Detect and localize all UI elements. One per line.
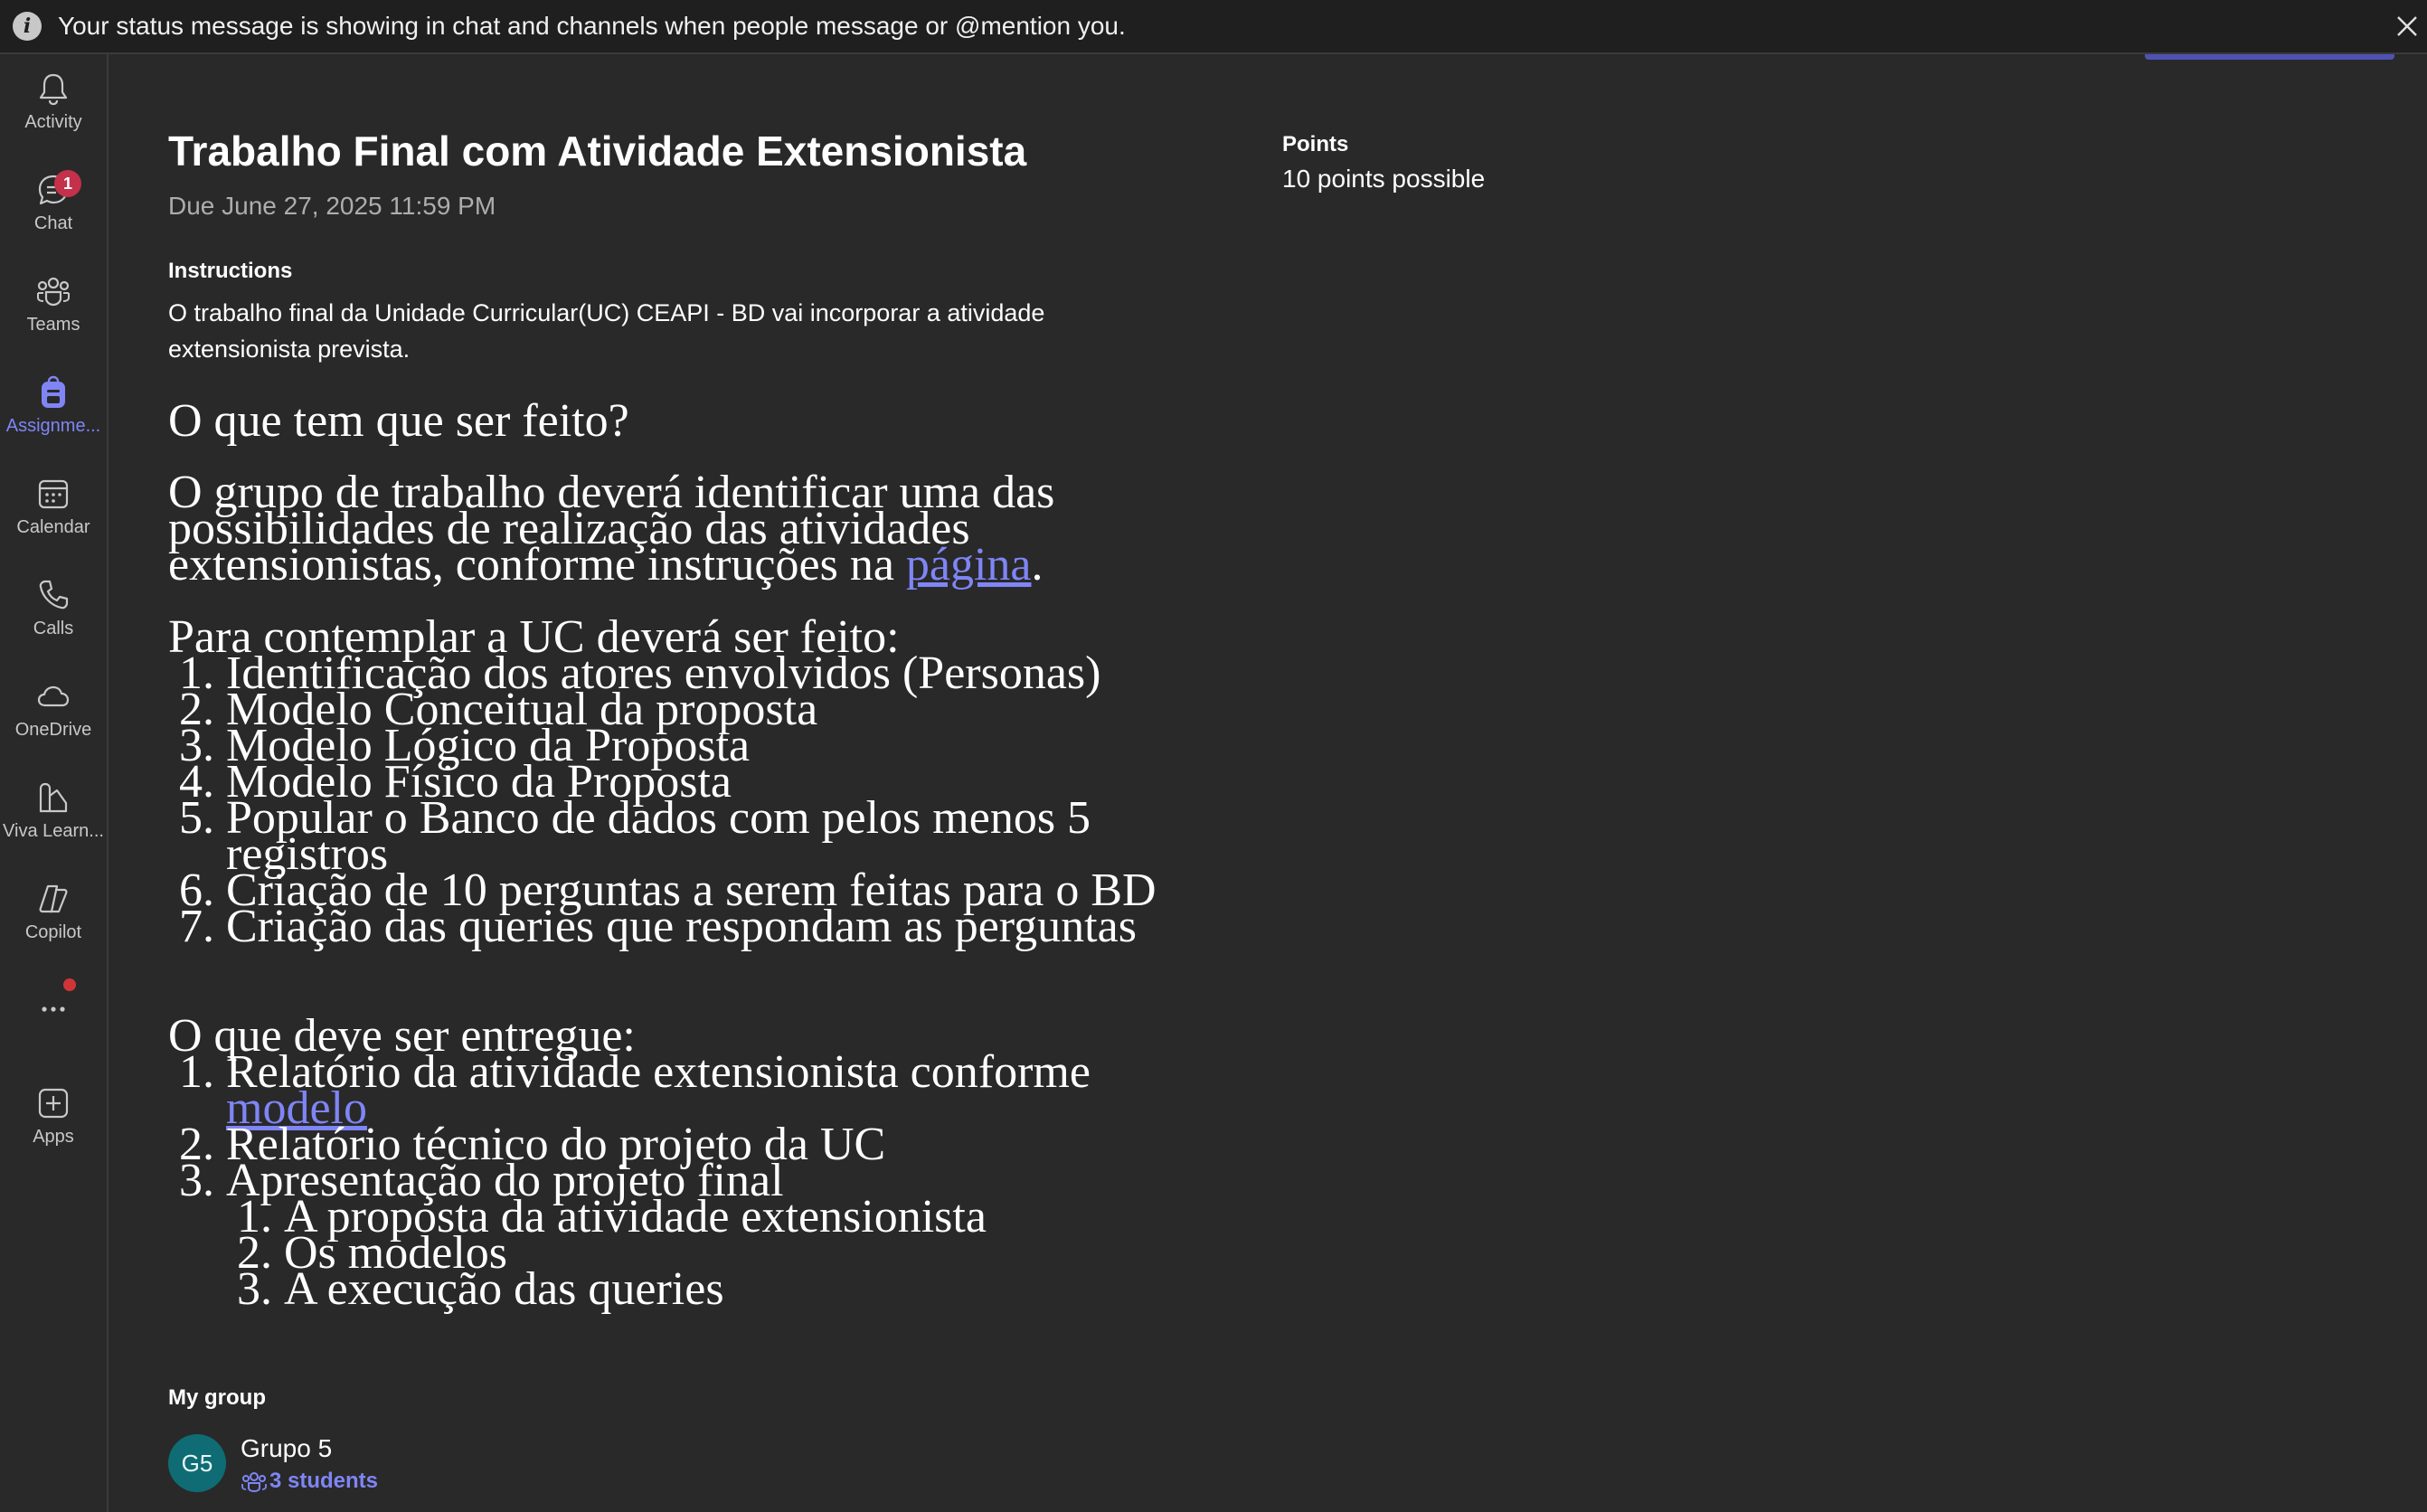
info-icon: i bbox=[13, 12, 42, 41]
rail-label-copilot: Copilot bbox=[24, 922, 82, 942]
rail-item-teams[interactable]: Teams bbox=[0, 273, 107, 364]
group-students-label: 3 students bbox=[269, 1469, 379, 1493]
list-item: A execução das queries bbox=[284, 1266, 1271, 1313]
chat-unread-badge: 1 bbox=[54, 170, 81, 197]
add-apps-icon bbox=[38, 1088, 69, 1119]
section3: O que deve ser entregue: Relatório da at… bbox=[168, 1013, 1271, 1313]
section3-list: Relatório da atividade extensionista con… bbox=[168, 1049, 1271, 1313]
group-name: Grupo 5 bbox=[241, 1434, 333, 1462]
list-item: Popular o Banco de dados com pelos menos… bbox=[226, 795, 1130, 878]
status-banner: i Your status message is showing in chat… bbox=[0, 0, 2427, 54]
bell-icon bbox=[39, 73, 68, 106]
rail-label-calendar: Calendar bbox=[16, 517, 90, 537]
section1-paragraph: O grupo de trabalho deverá identificar u… bbox=[168, 469, 1127, 589]
section2-list: Identificação dos atores envolvidos (Per… bbox=[168, 650, 1271, 950]
calendar-icon bbox=[38, 479, 69, 509]
section3-sublist: A proposta da atividade extensionista Os… bbox=[226, 1194, 1271, 1313]
backpack-icon bbox=[42, 375, 65, 408]
section1-heading: O que tem que ser feito? bbox=[168, 395, 629, 447]
points-heading: Points bbox=[1282, 132, 1349, 156]
assignment-title: Trabalho Final com Atividade Extensionis… bbox=[168, 128, 1027, 175]
cloud-icon bbox=[37, 685, 70, 707]
rail-label-calls: Calls bbox=[33, 619, 74, 638]
books-icon bbox=[39, 782, 68, 813]
points-value: 10 points possible bbox=[1282, 165, 1486, 193]
group-heading: My group bbox=[168, 1385, 266, 1410]
rail-item-calendar[interactable]: Calendar bbox=[0, 476, 107, 566]
rail-label-apps: Apps bbox=[33, 1127, 74, 1147]
pagina-link[interactable]: página bbox=[906, 539, 1032, 591]
list-item: Apresentação do projeto final A proposta… bbox=[226, 1158, 1271, 1313]
people-icon bbox=[241, 1472, 267, 1493]
rail-label-teams: Teams bbox=[26, 315, 80, 335]
rail-label-activity: Activity bbox=[24, 112, 82, 132]
rail-label-assignments: Assignme... bbox=[5, 416, 101, 436]
rail-item-chat[interactable]: 1 Chat bbox=[0, 170, 107, 262]
rail-item-copilot[interactable]: Copilot bbox=[0, 881, 107, 971]
rail-item-calls[interactable]: Calls bbox=[0, 577, 107, 667]
notification-dot bbox=[63, 978, 76, 991]
avatar: G5 bbox=[168, 1434, 226, 1492]
list-item: Criação das queries que respondam as per… bbox=[226, 903, 1271, 950]
close-icon[interactable] bbox=[2387, 0, 2427, 52]
rail-item-assignments[interactable]: Assignme... bbox=[0, 374, 107, 465]
rail-item-apps[interactable]: Apps bbox=[0, 1085, 107, 1176]
copilot-icon bbox=[39, 884, 68, 913]
rail-label-chat: Chat bbox=[33, 213, 73, 233]
rail-label-onedrive: OneDrive bbox=[14, 720, 92, 740]
due-date: Due June 27, 2025 11:59 PM bbox=[168, 192, 496, 220]
rail-item-viva-learning[interactable]: Viva Learn... bbox=[0, 780, 107, 870]
more-icon bbox=[42, 1006, 65, 1012]
rail-label-viva-learning: Viva Learn... bbox=[3, 821, 104, 841]
group-students-link[interactable]: 3 students bbox=[241, 1469, 378, 1494]
teams-icon bbox=[37, 277, 70, 307]
instructions-heading: Instructions bbox=[168, 259, 293, 283]
section2: Para contemplar a UC deverá ser feito: I… bbox=[168, 614, 1271, 950]
top-accent-bar bbox=[2145, 54, 2394, 60]
app-rail: Activity 1 Chat Teams Assignme... Calend… bbox=[0, 54, 109, 1512]
rail-item-onedrive[interactable]: OneDrive bbox=[0, 678, 107, 769]
status-banner-message: Your status message is showing in chat a… bbox=[58, 12, 1126, 40]
phone-icon bbox=[39, 580, 69, 610]
instructions-text: O trabalho final da Unidade Curricular(U… bbox=[168, 299, 1045, 363]
rail-item-activity[interactable]: Activity bbox=[0, 71, 107, 161]
rail-item-more[interactable] bbox=[0, 991, 107, 1082]
list-item: Relatório da atividade extensionista con… bbox=[226, 1049, 1130, 1132]
section1-text-end: . bbox=[1031, 539, 1044, 591]
